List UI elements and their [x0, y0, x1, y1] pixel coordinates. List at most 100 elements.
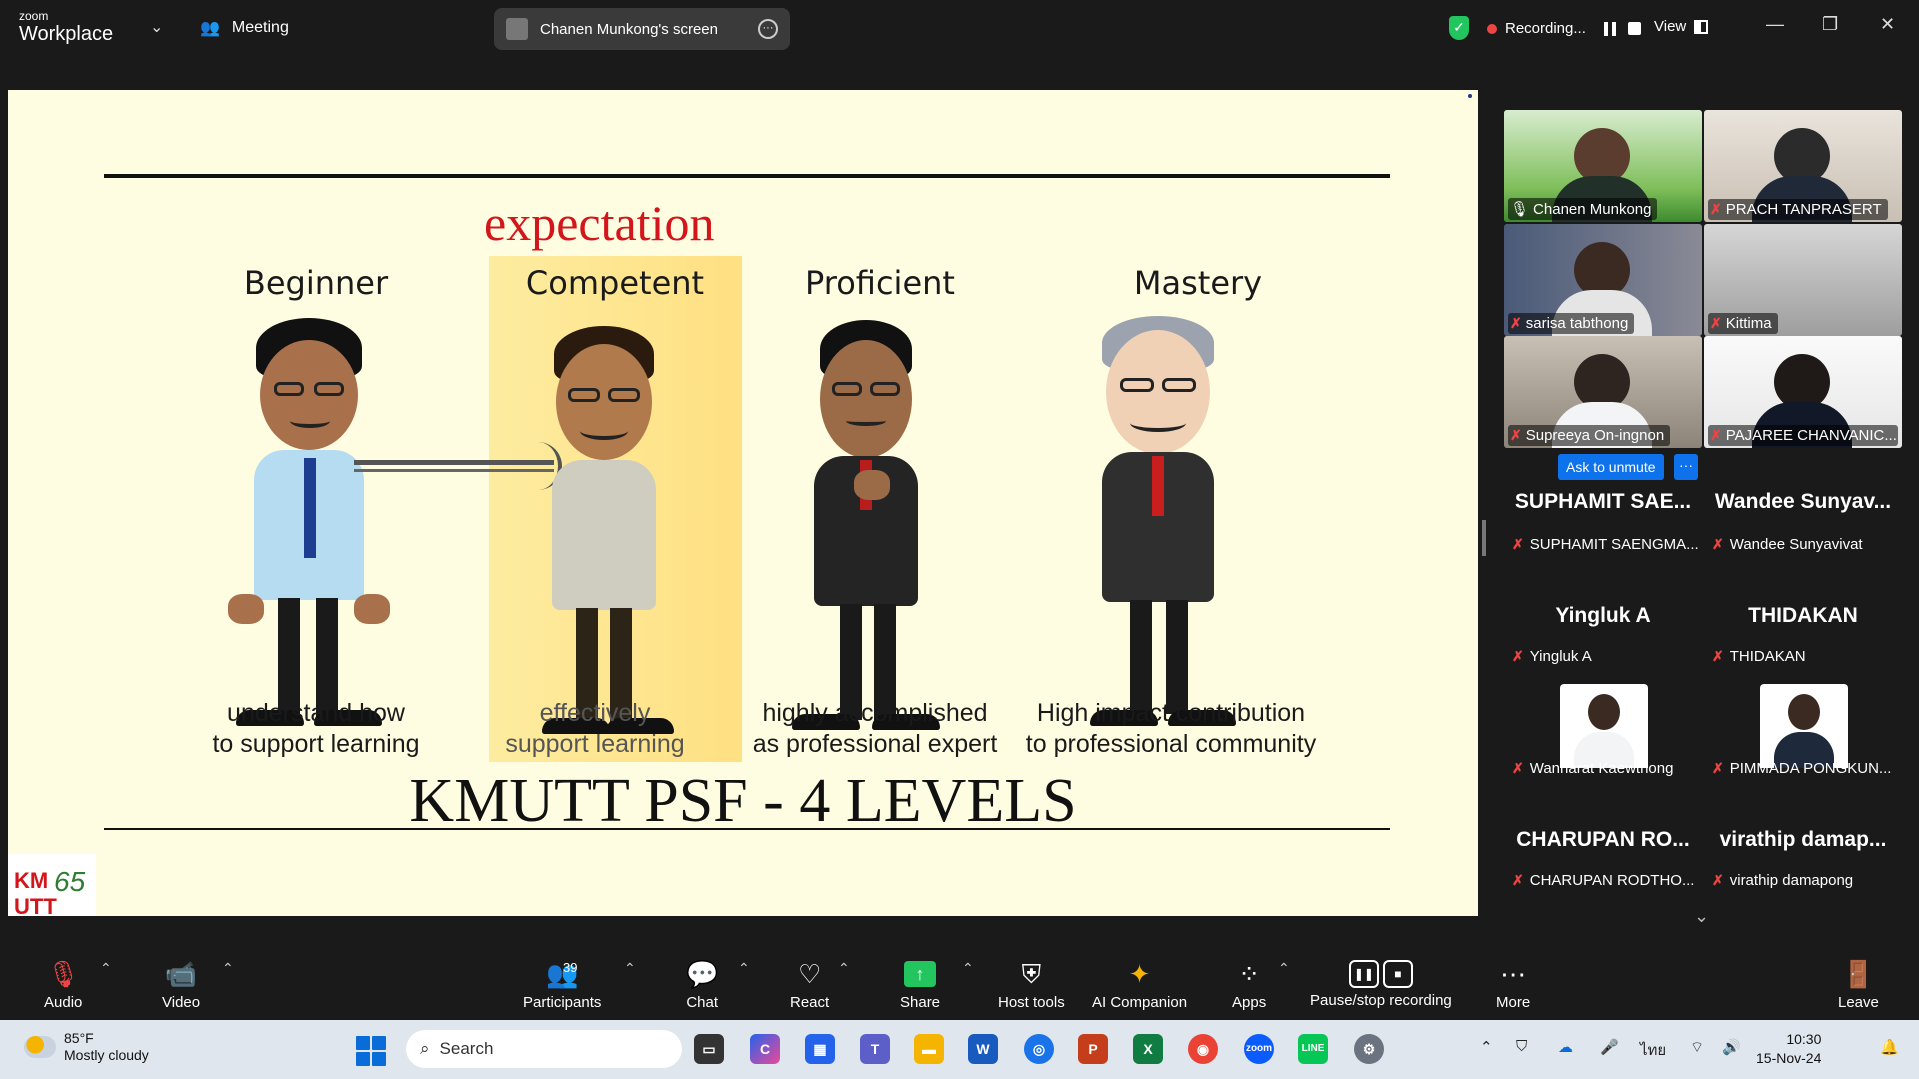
- video-options-caret[interactable]: ⌃: [222, 960, 234, 977]
- close-icon[interactable]: ✕: [1880, 14, 1895, 35]
- task-view-icon[interactable]: ▭: [694, 1034, 724, 1064]
- chat-options-caret[interactable]: ⌃: [738, 960, 750, 977]
- volume-icon[interactable]: 🔊: [1722, 1038, 1741, 1056]
- zoom-workplace-logo[interactable]: zoom Workplace: [19, 9, 114, 46]
- participant-name: ✗ SUPHAMIT SAENGMA...: [1512, 536, 1699, 553]
- participants-count: 39: [563, 960, 578, 975]
- share-button[interactable]: ↑ Share: [900, 958, 940, 1011]
- language-indicator[interactable]: ไทย: [1640, 1038, 1666, 1062]
- resize-handle[interactable]: [1482, 520, 1486, 556]
- video-tile[interactable]: ✗ PAJAREE CHANVANIC...: [1704, 336, 1902, 448]
- video-button[interactable]: 📹 Video: [162, 958, 200, 1011]
- pause-stop-recording-button[interactable]: ❚❚ ■ Pause/stop recording: [1310, 958, 1452, 1009]
- meeting-tab[interactable]: 👥 Meeting: [200, 18, 289, 38]
- level-title-competent: Competent: [525, 264, 705, 302]
- react-options-caret[interactable]: ⌃: [838, 960, 850, 977]
- chrome-profile-icon[interactable]: ◎: [1024, 1034, 1054, 1064]
- participant-name: 🎙 Chanen Munkong: [1508, 198, 1658, 220]
- participant-name: ✗ PRACH TANPRASERT: [1708, 199, 1888, 220]
- apps-options-caret[interactable]: ⌃: [1278, 960, 1290, 977]
- video-tile[interactable]: 🎙 Chanen Munkong: [1504, 110, 1702, 222]
- leave-button[interactable]: 🚪 Leave: [1838, 958, 1879, 1011]
- audio-options-caret[interactable]: ⌃: [100, 960, 112, 977]
- word-icon[interactable]: W: [968, 1034, 998, 1064]
- shared-screen: expectation Beginner Competent Proficien…: [8, 90, 1478, 916]
- brand-big: Workplace: [19, 23, 114, 45]
- mic-muted-icon: ✗: [1710, 427, 1722, 443]
- powerpoint-icon[interactable]: P: [1078, 1034, 1108, 1064]
- participants-options-caret[interactable]: ⌃: [624, 960, 636, 977]
- apps-button[interactable]: ⁘ Apps: [1232, 958, 1266, 1011]
- windows-start-icon[interactable]: [356, 1036, 386, 1066]
- copilot-icon[interactable]: C: [750, 1034, 780, 1064]
- windows-taskbar: 85°F Mostly cloudy ⌕ Search ▭ C ▦ T ▬ W …: [0, 1020, 1919, 1079]
- more-options-icon[interactable]: ···: [758, 19, 778, 39]
- profile-photo: [1760, 684, 1848, 768]
- video-tile[interactable]: ✗ Kittima: [1704, 224, 1902, 336]
- search-icon: ⌕: [420, 1039, 430, 1058]
- participant-name: ✗ Wandee Sunyavivat: [1712, 536, 1863, 553]
- security-shield-icon[interactable]: ✓: [1449, 16, 1469, 40]
- mic-muted-icon: ✗: [1512, 760, 1524, 776]
- chrome-icon[interactable]: ◉: [1188, 1034, 1218, 1064]
- minimize-icon[interactable]: —: [1766, 14, 1784, 35]
- ai-companion-button[interactable]: ✦ AI Companion: [1092, 958, 1187, 1011]
- participant-name: ✗ Yingluk A: [1512, 648, 1592, 665]
- level-title-proficient: Proficient: [805, 264, 955, 302]
- chat-button[interactable]: 💬 Chat: [686, 958, 718, 1011]
- gallery-scroll-down-icon[interactable]: ⌄: [1694, 906, 1709, 927]
- more-dots-icon: ⋯: [1500, 959, 1527, 989]
- line-icon[interactable]: LINE: [1298, 1034, 1328, 1064]
- title-bar: zoom Workplace ⌄ 👥 Meeting Chanen Munkon…: [0, 0, 1919, 56]
- file-explorer-icon[interactable]: ▬: [914, 1034, 944, 1064]
- onedrive-cloud-icon[interactable]: ☁: [1558, 1038, 1573, 1056]
- weather-widget[interactable]: 85°F Mostly cloudy: [24, 1030, 149, 1064]
- desc-line: High impact contribution: [1036, 699, 1306, 727]
- stop-recording-icon[interactable]: [1627, 22, 1641, 35]
- screen-share-pill[interactable]: Chanen Munkong's screen ···: [494, 8, 790, 50]
- cloudy-weather-icon: [24, 1036, 56, 1058]
- notification-bell-icon[interactable]: 🔔: [1880, 1038, 1899, 1056]
- zoom-icon[interactable]: zoom: [1244, 1034, 1274, 1064]
- pause-recording-icon[interactable]: [1603, 21, 1616, 36]
- mic-muted-icon: ✗: [1510, 315, 1522, 331]
- participant-name: ✗ CHARUPAN RODTHO...: [1512, 872, 1695, 889]
- participants-button[interactable]: 👥 39 Participants: [523, 958, 601, 1011]
- desc-line: support learning: [505, 730, 685, 758]
- video-tile[interactable]: ✗ sarisa tabthong: [1504, 224, 1702, 336]
- settings-gear-icon[interactable]: ⚙: [1354, 1034, 1384, 1064]
- mic-muted-icon: ✗: [1712, 872, 1724, 888]
- video-tile[interactable]: ✗ PRACH TANPRASERT: [1704, 110, 1902, 222]
- pause-stop-icon: ❚❚ ■: [1348, 960, 1413, 988]
- chevron-down-icon[interactable]: ⌄: [150, 17, 163, 37]
- host-tools-button[interactable]: ⛨ Host tools: [998, 958, 1065, 1011]
- level-desc-competent: effectively support learning: [435, 698, 755, 760]
- video-tile[interactable]: ✗ Supreeya On-ingnon: [1504, 336, 1702, 448]
- mic-muted-icon: ✗: [1712, 760, 1724, 776]
- audio-button[interactable]: 🎙 Audio: [44, 958, 82, 1011]
- maximize-icon[interactable]: ❐: [1822, 14, 1838, 35]
- taskbar-search[interactable]: ⌕ Search: [406, 1030, 682, 1068]
- excel-icon[interactable]: X: [1133, 1034, 1163, 1064]
- temperature: 85°F: [64, 1030, 94, 1046]
- chevron-up-icon[interactable]: ⌃: [1480, 1038, 1493, 1056]
- microphone-icon[interactable]: 🎤: [1600, 1038, 1619, 1056]
- mic-muted-icon: 🎙: [46, 959, 80, 989]
- store-icon[interactable]: ▦: [805, 1034, 835, 1064]
- system-clock[interactable]: 10:30 15-Nov-24: [1756, 1030, 1821, 1068]
- react-button[interactable]: ♡ React: [790, 958, 829, 1011]
- brand-small: zoom: [19, 9, 49, 23]
- view-button[interactable]: View: [1654, 18, 1709, 35]
- network-shield-icon[interactable]: ⛉: [1516, 1038, 1527, 1055]
- ask-to-unmute-button[interactable]: Ask to unmute: [1558, 454, 1664, 480]
- host-tools-label: Host tools: [998, 994, 1065, 1011]
- chat-bubble-icon: 💬: [686, 959, 719, 989]
- more-button[interactable]: ⋯ More: [1496, 958, 1530, 1011]
- wifi-icon[interactable]: ⌔: [1690, 1038, 1704, 1057]
- corner-dot: [1468, 94, 1472, 98]
- participants-label: Participants: [523, 994, 602, 1011]
- teams-icon[interactable]: T: [860, 1034, 890, 1064]
- share-options-caret[interactable]: ⌃: [962, 960, 974, 977]
- pause-stop-recording-label: Pause/stop recording: [1310, 992, 1452, 1009]
- participant-more-button[interactable]: ···: [1674, 454, 1698, 480]
